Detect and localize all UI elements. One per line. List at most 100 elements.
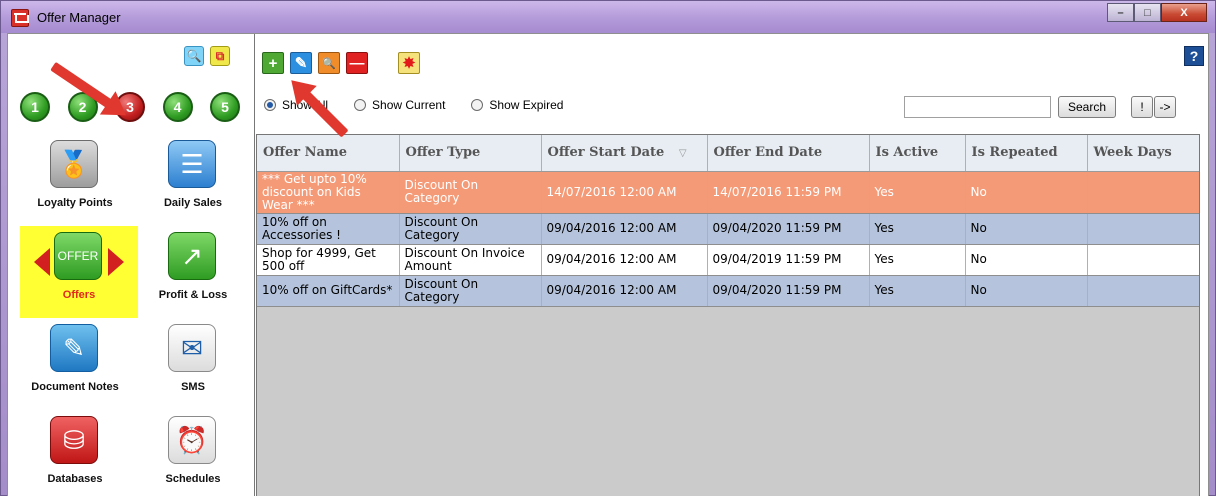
prev-arrow-icon[interactable]	[34, 248, 50, 276]
cell-week-days	[1087, 171, 1199, 214]
cell-offer-name: *** Get upto 10% discount on Kids Wear *…	[257, 171, 400, 214]
cell-end-date: 09/04/2019 11:59 PM	[707, 244, 870, 276]
offers-grid[interactable]: Offer Name Offer Type Offer Start Date ▽…	[256, 134, 1200, 496]
col-week-days[interactable]: Week Days	[1087, 135, 1199, 172]
go-button[interactable]: ->	[1154, 96, 1176, 118]
cell-is-repeated: No	[965, 171, 1088, 214]
tile-label: Schedules	[165, 473, 221, 485]
cell-offer-name: 10% off on GiftCards*	[257, 275, 400, 307]
show-expired-radio[interactable]: Show Expired	[471, 98, 563, 112]
toolbar-buttons: + ✎ 🔍 — ✸	[262, 52, 420, 74]
tile-label: Offers	[62, 289, 96, 301]
col-is-repeated[interactable]: Is Repeated	[965, 135, 1088, 172]
table-row[interactable]: Shop for 4999, Get 500 off Discount On I…	[257, 244, 1199, 276]
cell-end-date: 09/04/2020 11:59 PM	[707, 213, 870, 245]
col-is-active[interactable]: Is Active	[869, 135, 966, 172]
col-offer-name[interactable]: Offer Name	[257, 135, 400, 172]
tile-databases[interactable]: ⛁ Databases	[16, 410, 134, 496]
close-button[interactable]: X	[1161, 3, 1207, 22]
col-offer-end-date[interactable]: Offer End Date	[707, 135, 870, 172]
special-action-button[interactable]: ✸	[398, 52, 420, 74]
cell-week-days	[1087, 244, 1199, 276]
page-1-button[interactable]: 1	[20, 92, 50, 122]
sms-icon: ✉	[168, 324, 216, 372]
table-row[interactable]: *** Get upto 10% discount on Kids Wear *…	[257, 171, 1199, 214]
cell-start-date: 09/04/2016 12:00 AM	[541, 275, 708, 307]
cell-offer-type: Discount On Category	[399, 275, 542, 307]
tile-label: Loyalty Points	[37, 197, 113, 209]
cell-start-date: 09/04/2016 12:00 AM	[541, 244, 708, 276]
offer-manager-window: Offer Manager – □ X 🔍 ⧉ 1 2 3 4 5 🏅 Loya…	[0, 0, 1216, 496]
tile-daily-sales[interactable]: ☰ Daily Sales	[134, 134, 252, 226]
radio-label: Show Current	[372, 98, 446, 112]
search-icon[interactable]: 🔍	[184, 46, 204, 66]
table-row[interactable]: 10% off on Accessories ! Discount On Cat…	[257, 213, 1199, 245]
tile-label: Databases	[47, 473, 103, 485]
delete-offer-button[interactable]: —	[346, 52, 368, 74]
add-offer-button[interactable]: +	[262, 52, 284, 74]
page-4-button[interactable]: 4	[162, 92, 193, 122]
window-title: Offer Manager	[37, 10, 121, 25]
databases-icon: ⛁	[50, 416, 98, 464]
cell-end-date: 09/04/2020 11:59 PM	[707, 275, 870, 307]
cell-is-active: Yes	[869, 275, 966, 307]
cell-offer-type: Discount On Invoice Amount	[399, 244, 542, 276]
col-label: Offer Start Date	[547, 144, 665, 160]
table-header-row: Offer Name Offer Type Offer Start Date ▽…	[257, 135, 1199, 172]
cell-offer-name: 10% off on Accessories !	[257, 213, 400, 245]
tile-document-notes[interactable]: ✎ Document Notes	[16, 318, 134, 410]
maximize-button[interactable]: □	[1134, 3, 1161, 22]
tile-profit-loss[interactable]: ↗ Profit & Loss	[134, 226, 252, 318]
cell-week-days	[1087, 213, 1199, 245]
cell-offer-type: Discount On Category	[399, 171, 542, 214]
copy-icon[interactable]: ⧉	[210, 46, 230, 66]
cart-icon	[11, 9, 29, 27]
col-offer-type[interactable]: Offer Type	[399, 135, 542, 172]
tile-offers[interactable]: OFFER Offers	[20, 226, 138, 318]
sort-filter-icon[interactable]: ▽	[679, 148, 687, 159]
schedules-icon: ⏰	[168, 416, 216, 464]
cell-offer-name: Shop for 4999, Get 500 off	[257, 244, 400, 276]
page-5-button[interactable]: 5	[210, 92, 240, 122]
cell-is-repeated: No	[965, 275, 1088, 307]
offers-table: Offer Name Offer Type Offer Start Date ▽…	[257, 135, 1199, 307]
tile-label: Profit & Loss	[158, 289, 228, 301]
radio-dot[interactable]	[471, 99, 484, 111]
find-offer-button[interactable]: 🔍	[318, 52, 340, 74]
tile-label: Document Notes	[31, 381, 119, 393]
title-bar[interactable]: Offer Manager – □ X	[1, 1, 1215, 33]
cell-end-date: 14/07/2016 11:59 PM	[707, 171, 870, 214]
cell-is-active: Yes	[869, 213, 966, 245]
cell-is-active: Yes	[869, 244, 966, 276]
tile-schedules[interactable]: ⏰ Schedules	[134, 410, 252, 496]
exclaim-button[interactable]: !	[1131, 96, 1153, 118]
cell-is-active: Yes	[869, 171, 966, 214]
left-panel-tools: 🔍 ⧉	[184, 46, 230, 66]
tile-label: SMS	[181, 381, 205, 393]
window-controls: – □ X	[1107, 3, 1207, 22]
cell-start-date: 09/04/2016 12:00 AM	[541, 213, 708, 245]
cell-is-repeated: No	[965, 244, 1088, 276]
offers-icon: OFFER	[54, 232, 102, 280]
toolbar: + ✎ 🔍 — ✸ ? Show All Show Current Show E…	[256, 34, 1208, 134]
cell-week-days	[1087, 275, 1199, 307]
show-current-radio[interactable]: Show Current	[354, 98, 445, 112]
radio-dot[interactable]	[264, 99, 276, 111]
next-arrow-icon[interactable]	[108, 248, 124, 276]
cell-is-repeated: No	[965, 213, 1088, 245]
radio-dot[interactable]	[354, 99, 367, 111]
loyalty-icon: 🏅	[50, 140, 98, 188]
table-row[interactable]: 10% off on GiftCards* Discount On Catego…	[257, 275, 1199, 307]
client-area: 🔍 ⧉ 1 2 3 4 5 🏅 Loyalty Points ☰ Daily S…	[7, 33, 1209, 496]
tile-sms[interactable]: ✉ SMS	[134, 318, 252, 410]
cell-start-date: 14/07/2016 12:00 AM	[541, 171, 708, 214]
help-button[interactable]: ?	[1184, 46, 1204, 66]
profit-loss-icon: ↗	[168, 232, 216, 280]
search-input[interactable]	[904, 96, 1051, 118]
tile-label: Daily Sales	[163, 197, 223, 209]
search-button[interactable]: Search	[1058, 96, 1116, 118]
tile-loyalty-points[interactable]: 🏅 Loyalty Points	[16, 134, 134, 226]
minimize-button[interactable]: –	[1107, 3, 1134, 22]
col-offer-start-date[interactable]: Offer Start Date ▽	[541, 135, 708, 172]
document-notes-icon: ✎	[50, 324, 98, 372]
